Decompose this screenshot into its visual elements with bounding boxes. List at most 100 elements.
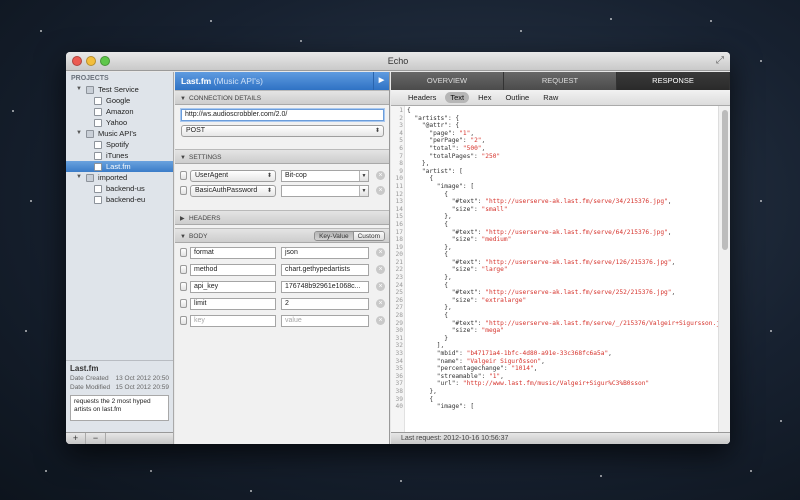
projects-sidebar: PROJECTS ▼ Test Service Google Amazon Yahoo ▼… bbox=[66, 72, 174, 444]
code-line: 19 }, bbox=[391, 244, 718, 252]
project-item[interactable]: iTunes bbox=[66, 150, 173, 161]
disclosure-triangle-icon[interactable]: ▼ bbox=[76, 128, 82, 139]
description-field[interactable]: requests the 2 most hyped artists on las… bbox=[70, 395, 169, 421]
select-arrows-icon: ⬍ bbox=[266, 188, 272, 194]
code-line: 32 ], bbox=[391, 342, 718, 350]
body-mode-toggle: Key-Value Custom bbox=[314, 231, 385, 241]
scrollbar-thumb[interactable] bbox=[722, 110, 728, 250]
project-folder[interactable]: ▼ Test Service bbox=[66, 84, 173, 95]
param-value-input[interactable]: chart.gethypedartists bbox=[281, 264, 369, 276]
param-enable-checkbox[interactable] bbox=[180, 265, 187, 274]
response-body[interactable]: 1{2 "artists": {3 "@attr": {4 "page": "1… bbox=[391, 106, 718, 432]
param-key-input[interactable]: format bbox=[190, 247, 276, 259]
json-punct: , bbox=[470, 129, 475, 137]
combo-arrow-icon[interactable]: ▼ bbox=[359, 171, 368, 181]
body-header[interactable]: ▼ BODY Key-Value Custom bbox=[175, 228, 389, 243]
headers-header[interactable]: ▶ HEADERS bbox=[175, 210, 389, 225]
json-punct: "#text": bbox=[407, 228, 486, 236]
settings-header[interactable]: ▼ SETTINGS bbox=[175, 149, 389, 164]
combo-arrow-icon[interactable]: ▼ bbox=[359, 186, 368, 196]
param-key-input[interactable]: api_key bbox=[190, 281, 276, 293]
code-text: "@attr": { bbox=[404, 122, 459, 129]
project-item[interactable]: Last.fm bbox=[66, 161, 173, 172]
zoom-window-button[interactable] bbox=[100, 56, 110, 66]
view-headers-button[interactable]: Headers bbox=[403, 92, 441, 103]
remove-param-icon[interactable]: × bbox=[376, 282, 385, 291]
code-line: 31 } bbox=[391, 335, 718, 343]
param-enable-checkbox[interactable] bbox=[180, 299, 187, 308]
view-text-button[interactable]: Text bbox=[445, 92, 470, 103]
project-item[interactable]: Spotify bbox=[66, 139, 173, 150]
new-param-key-input[interactable]: key bbox=[190, 315, 276, 327]
method-select[interactable]: POST ⬍ bbox=[181, 125, 384, 137]
param-key-input[interactable]: limit bbox=[190, 298, 276, 310]
line-number: 3 bbox=[399, 122, 403, 130]
view-raw-button[interactable]: Raw bbox=[538, 92, 563, 103]
remove-setting-icon[interactable]: × bbox=[376, 171, 385, 180]
json-punct: { bbox=[407, 220, 448, 228]
code-text: { bbox=[404, 191, 448, 198]
param-value-input[interactable]: json bbox=[281, 247, 369, 259]
minimize-window-button[interactable] bbox=[86, 56, 96, 66]
date-created-row: Date Created 13 Oct 2012 20:50 bbox=[66, 374, 173, 383]
line-number: 1 bbox=[399, 107, 403, 114]
key-value-mode-button[interactable]: Key-Value bbox=[315, 232, 353, 240]
code-line: 16 { bbox=[391, 221, 718, 229]
new-param-value-input[interactable]: value bbox=[281, 315, 369, 327]
setting-value-combo[interactable]: Bit-cop ▼ bbox=[281, 170, 369, 182]
app-window: Echo ⤢ PROJECTS ▼ Test Service Google Amazo… bbox=[66, 52, 730, 444]
project-item[interactable]: backend-us bbox=[66, 183, 173, 194]
param-enable-checkbox[interactable] bbox=[180, 248, 187, 257]
project-folder[interactable]: ▼ Music API's bbox=[66, 128, 173, 139]
disclosure-open-icon: ▼ bbox=[180, 234, 186, 240]
add-item-button[interactable]: + bbox=[66, 433, 86, 444]
param-key-input[interactable]: method bbox=[190, 264, 276, 276]
project-item[interactable]: Google bbox=[66, 95, 173, 106]
project-item[interactable]: backend-eu bbox=[66, 194, 173, 205]
tab-response[interactable]: RESPONSE bbox=[617, 72, 730, 90]
setting-key-select[interactable]: UserAgent ⬍ bbox=[190, 170, 276, 182]
connection-details-header[interactable]: ▼ CONNECTION DETAILS bbox=[175, 90, 389, 105]
star-decoration bbox=[400, 480, 402, 482]
remove-param-icon[interactable]: × bbox=[376, 265, 385, 274]
star-decoration bbox=[210, 20, 212, 22]
setting-value-combo[interactable]: ▼ bbox=[281, 185, 369, 197]
close-window-button[interactable] bbox=[72, 56, 82, 66]
json-punct: { bbox=[407, 251, 448, 259]
fullscreen-icon[interactable]: ⤢ bbox=[716, 55, 724, 67]
disclosure-triangle-icon[interactable]: ▼ bbox=[76, 172, 82, 183]
param-enable-checkbox[interactable] bbox=[180, 282, 187, 291]
code-text: "size": "medium" bbox=[404, 236, 512, 243]
remove-item-button[interactable]: − bbox=[86, 433, 106, 444]
json-punct: , bbox=[541, 357, 545, 365]
view-hex-button[interactable]: Hex bbox=[473, 92, 496, 103]
param-enable-checkbox[interactable] bbox=[180, 316, 187, 325]
tab-overview[interactable]: OVERVIEW bbox=[391, 72, 504, 90]
json-punct: , bbox=[671, 289, 676, 297]
project-item[interactable]: Amazon bbox=[66, 106, 173, 117]
tab-request[interactable]: REQUEST bbox=[504, 72, 617, 90]
remove-param-icon[interactable]: × bbox=[376, 248, 385, 257]
remove-param-icon[interactable]: × bbox=[376, 316, 385, 325]
setting-enable-checkbox[interactable] bbox=[180, 186, 187, 195]
param-value-input[interactable]: 2 bbox=[281, 298, 369, 310]
tree-item-label: Test Service bbox=[98, 85, 139, 94]
json-punct: , bbox=[667, 198, 672, 206]
request-file-icon bbox=[94, 163, 102, 171]
param-value-input[interactable]: 176748b92961e1068c... bbox=[281, 281, 369, 293]
view-outline-button[interactable]: Outline bbox=[500, 92, 534, 103]
disclosure-triangle-icon[interactable]: ▼ bbox=[76, 84, 82, 95]
url-input[interactable]: http://ws.audioscrobbler.com/2.0/ bbox=[181, 109, 384, 121]
remove-param-icon[interactable]: × bbox=[376, 299, 385, 308]
project-folder[interactable]: ▼ imported bbox=[66, 172, 173, 183]
send-request-button[interactable]: ▶ bbox=[373, 72, 389, 90]
remove-setting-icon[interactable]: × bbox=[376, 186, 385, 195]
setting-enable-checkbox[interactable] bbox=[180, 171, 187, 180]
setting-key-select[interactable]: BasicAuthPassword ⬍ bbox=[190, 185, 276, 197]
request-file-icon bbox=[94, 185, 102, 193]
project-item[interactable]: Yahoo bbox=[66, 117, 173, 128]
code-line: 12 { bbox=[391, 191, 718, 199]
custom-mode-button[interactable]: Custom bbox=[352, 232, 384, 240]
response-scrollbar[interactable] bbox=[718, 106, 730, 432]
json-punct: }, bbox=[407, 387, 437, 395]
